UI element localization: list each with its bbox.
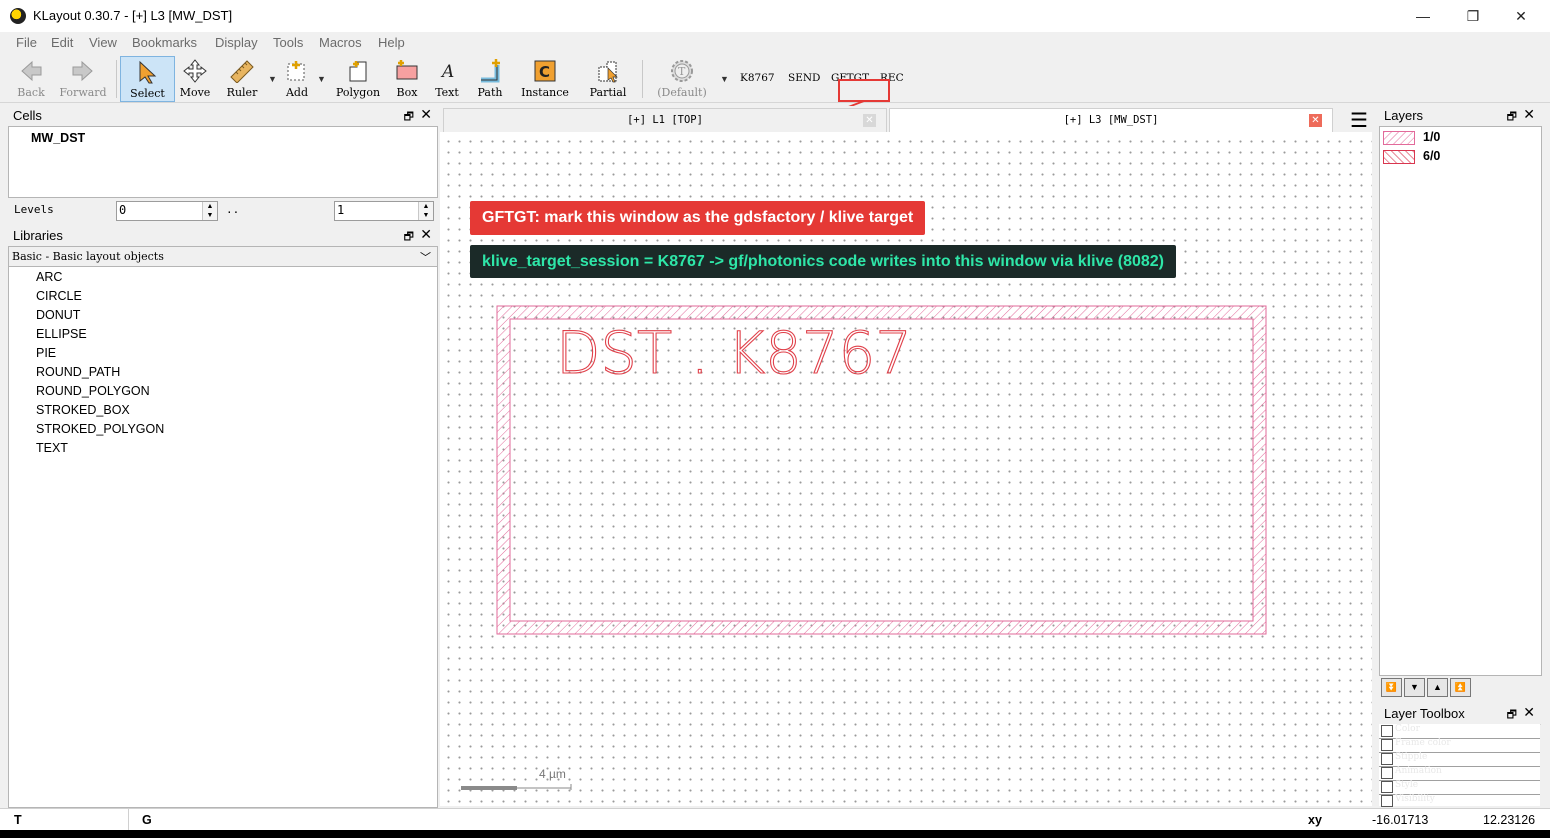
tab-close-icon[interactable]: ✕ xyxy=(1309,114,1322,127)
toolbox-row-visibility[interactable]: Visibility xyxy=(1379,794,1540,808)
layer-swatch-icon xyxy=(1383,131,1415,145)
toolbox-row-color[interactable]: Color xyxy=(1379,724,1540,739)
layer-toolbox-title: Layer Toolbox xyxy=(1384,706,1465,721)
tab-label: [+] L1 [TOP] xyxy=(627,114,703,126)
layer-name: 1/0 xyxy=(1423,130,1441,144)
status-bar: T G xy -16.01713 12.23126 xyxy=(0,808,1550,831)
cells-panel-header: Cells 🗗 ✕ xyxy=(8,106,438,127)
move-bottom-icon[interactable]: ⏬ xyxy=(1381,678,1402,697)
close-panel-icon[interactable]: ✕ xyxy=(1523,704,1535,721)
tab-close-icon[interactable]: ✕ xyxy=(863,114,876,127)
library-select[interactable]: Basic - Basic layout objects ﹀ xyxy=(8,246,438,268)
list-item[interactable]: ROUND_PATH xyxy=(36,365,120,379)
layer-toolbox: Color Frame color Stipple Animation Styl… xyxy=(1379,724,1540,808)
move-up-icon[interactable]: ▲ xyxy=(1427,678,1448,697)
annotation-highlight-box xyxy=(838,79,890,102)
toolbox-row-animation[interactable]: Animation xyxy=(1379,766,1540,781)
layout-canvas[interactable]: GFTGT: mark this window as the gdsfactor… xyxy=(440,132,1372,806)
cell-item-mw-dst[interactable]: MW_DST xyxy=(31,131,85,145)
list-item[interactable]: STROKED_POLYGON xyxy=(36,422,164,436)
layer-toolbox-header: Layer Toolbox 🗗 ✕ xyxy=(1379,704,1541,725)
float-panel-icon[interactable]: 🗗 xyxy=(404,108,414,127)
levels-label: Levels xyxy=(14,203,54,216)
toolbox-row-label: Color xyxy=(1395,724,1420,734)
layer-swatch-icon xyxy=(1383,150,1415,164)
levels-separator: .. xyxy=(226,203,240,216)
toolbox-row-label: Visibility xyxy=(1395,794,1435,804)
checkbox[interactable] xyxy=(1381,795,1393,807)
list-item[interactable]: DONUT xyxy=(36,308,80,322)
status-x-coordinate: -16.01713 xyxy=(1372,813,1429,827)
float-panel-icon[interactable]: 🗗 xyxy=(1507,108,1517,127)
libraries-panel-header: Libraries 🗗 ✕ xyxy=(8,226,438,247)
list-item[interactable]: ROUND_POLYGON xyxy=(36,384,150,398)
tab-menu-icon[interactable]: ☰ xyxy=(1350,108,1368,133)
layer-name: 6/0 xyxy=(1423,149,1441,163)
tab-l1-top[interactable]: [+] L1 [TOP] ✕ xyxy=(443,108,887,133)
checkbox[interactable] xyxy=(1381,781,1393,793)
toolbox-row-stipple[interactable]: Stipple xyxy=(1379,752,1540,767)
level-to-value: 1 xyxy=(337,203,345,217)
status-mode: G xyxy=(142,813,152,827)
list-item[interactable]: CIRCLE xyxy=(36,289,82,303)
scale-bar-label: 4 µm xyxy=(539,767,566,781)
close-panel-icon[interactable]: ✕ xyxy=(1523,106,1535,123)
layout-text-shape: DST . K8767 xyxy=(556,319,912,387)
level-from-value: 0 xyxy=(119,203,127,217)
library-selected-value: Basic - Basic layout objects xyxy=(12,250,164,263)
move-down-icon[interactable]: ▼ xyxy=(1404,678,1425,697)
checkbox[interactable] xyxy=(1381,767,1393,779)
float-panel-icon[interactable]: 🗗 xyxy=(404,228,414,247)
tab-l3-mw-dst[interactable]: [+] L3 [MW_DST] ✕ xyxy=(889,108,1333,133)
move-top-icon[interactable]: ⏫ xyxy=(1450,678,1471,697)
chevron-down-icon: ﹀ xyxy=(420,252,431,264)
status-divider xyxy=(128,809,129,831)
toolbox-row-label: Frame color xyxy=(1395,738,1451,748)
window-bottom-edge xyxy=(0,830,1550,838)
toolbox-row-label: Stipple xyxy=(1395,752,1428,762)
close-panel-icon[interactable]: ✕ xyxy=(420,226,432,243)
cell-tree[interactable]: MW_DST xyxy=(8,126,438,198)
libraries-panel-title: Libraries xyxy=(13,228,63,243)
checkbox[interactable] xyxy=(1381,739,1393,751)
scale-bar-fill xyxy=(461,786,517,790)
layout-tab-bar: [+] L1 [TOP] ✕ [+] L3 [MW_DST] ✕ ☰ xyxy=(443,106,1373,133)
level-to-spinbox[interactable]: 1 ▲ ▼ xyxy=(334,201,434,221)
float-panel-icon[interactable]: 🗗 xyxy=(1507,706,1517,725)
list-item[interactable]: ARC xyxy=(36,270,62,284)
layer-order-buttons: ⏬ ▼ ▲ ⏫ xyxy=(1380,678,1540,698)
status-xy-label: xy xyxy=(1308,813,1322,827)
layout-geometry: DST . K8767 xyxy=(461,305,1267,790)
toolbox-row-style[interactable]: Style xyxy=(1379,780,1540,795)
tab-label: [+] L3 [MW_DST] xyxy=(1063,114,1159,126)
list-item[interactable]: TEXT xyxy=(36,441,68,455)
spin-arrows-icon[interactable]: ▲ ▼ xyxy=(418,202,433,220)
library-cell-list[interactable]: ARC CIRCLE DONUT ELLIPSE PIE ROUND_PATH … xyxy=(8,266,438,808)
layers-panel-title: Layers xyxy=(1384,108,1424,123)
levels-row: Levels 0 ▲ ▼ .. 1 ▲ ▼ xyxy=(8,198,438,222)
cells-panel-title: Cells xyxy=(13,108,42,123)
list-item[interactable]: ELLIPSE xyxy=(36,327,87,341)
toolbox-row-frame-color[interactable]: Frame color xyxy=(1379,738,1540,753)
layers-panel-header: Layers 🗗 ✕ xyxy=(1379,106,1541,127)
toolbox-row-label: Animation xyxy=(1395,766,1442,776)
checkbox[interactable] xyxy=(1381,753,1393,765)
level-from-spinbox[interactable]: 0 ▲ ▼ xyxy=(116,201,218,221)
spin-arrows-icon[interactable]: ▲ ▼ xyxy=(202,202,217,220)
layer-list[interactable]: 1/0 6/0 xyxy=(1379,126,1542,676)
status-y-coordinate: 12.23126 xyxy=(1483,813,1536,827)
list-item[interactable]: PIE xyxy=(36,346,56,360)
checkbox[interactable] xyxy=(1381,725,1393,737)
list-item[interactable]: STROKED_BOX xyxy=(36,403,130,417)
close-panel-icon[interactable]: ✕ xyxy=(420,106,432,123)
status-left-text: T xyxy=(14,813,22,827)
toolbox-row-label: Style xyxy=(1395,780,1419,790)
